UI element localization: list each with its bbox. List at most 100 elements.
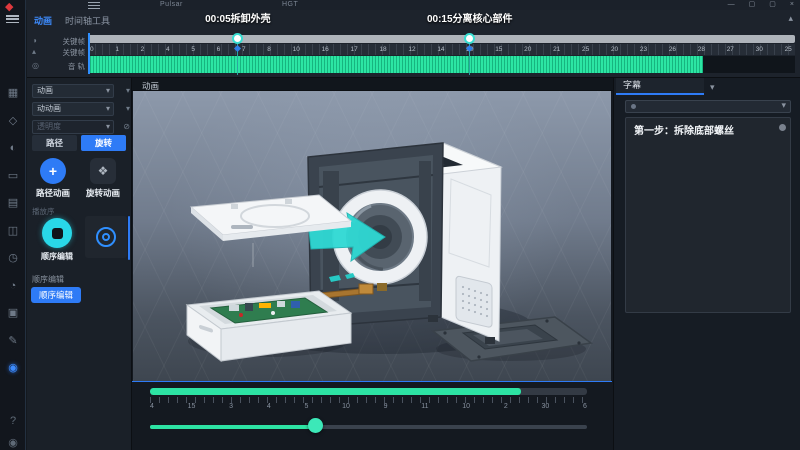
sequence-donut-icon bbox=[42, 218, 72, 248]
ruler-tick-label: 8 bbox=[267, 44, 271, 54]
viewport-tick-label: 11 bbox=[421, 403, 428, 410]
sequence-edit-button[interactable]: 顺序编辑 bbox=[31, 287, 81, 303]
polygon-tool-icon[interactable]: ◇ bbox=[0, 112, 26, 132]
ruler-tick-label: 10 bbox=[293, 44, 300, 54]
ruler-tick-label: 26 bbox=[669, 44, 676, 54]
menu-icon[interactable] bbox=[88, 2, 100, 9]
ruler-tick-label: 30 bbox=[756, 44, 763, 54]
disabled-icon[interactable]: ⊘ bbox=[123, 122, 130, 131]
maximize-button[interactable]: ▢ bbox=[769, 0, 776, 10]
expand-icon[interactable]: ▾ bbox=[126, 86, 130, 95]
mode-toggle: 路径旋转 bbox=[32, 135, 126, 151]
sequence-edit-tool-button[interactable]: 顺序编辑 bbox=[31, 218, 83, 262]
mode-toggle-active[interactable]: 旋转 bbox=[81, 135, 126, 151]
restore-button[interactable]: ▢ bbox=[749, 0, 756, 10]
panels-tool-icon[interactable]: ◫ bbox=[0, 222, 26, 242]
progress-fill bbox=[150, 388, 521, 395]
tab-animation[interactable]: 动画 bbox=[34, 14, 52, 27]
track-row-label: 关键帧 bbox=[27, 36, 85, 47]
textarea-scroll-thumb[interactable] bbox=[779, 124, 786, 131]
viewport-tick-label: 9 bbox=[384, 403, 388, 410]
timeline-scrubber[interactable] bbox=[88, 35, 795, 43]
image-tool-icon[interactable]: ▣ bbox=[0, 304, 26, 324]
sidebar-menu-icon[interactable] bbox=[6, 15, 19, 23]
path-animation-button[interactable]: + 路径动画 bbox=[31, 158, 75, 199]
window-controls: — ▢ ▢ × bbox=[728, 0, 794, 10]
animation-tool-panel: 动画▾▾动动画▾▾透明度▾⊘ 路径旋转 + 路径动画 ❖ 旋转动画 播放序 顺序… bbox=[27, 78, 132, 450]
chevron-down-icon: ▾ bbox=[106, 85, 110, 97]
animation-select[interactable]: 动动画▾ bbox=[32, 102, 114, 116]
target-tool-button[interactable] bbox=[85, 216, 127, 258]
titlebar: Pulsar HGT —▢▢× bbox=[0, 0, 800, 10]
rotate-animation-button[interactable]: ❖ 旋转动画 bbox=[81, 158, 125, 199]
target-icon bbox=[96, 227, 116, 247]
subtitle-dropdown[interactable]: ▾ bbox=[625, 100, 791, 113]
ruler-tick-label: 20 bbox=[524, 44, 531, 54]
slider-thumb[interactable] bbox=[308, 418, 323, 433]
playback-section-label: 播放序 bbox=[32, 206, 55, 217]
dropdown-dot-icon bbox=[631, 104, 636, 109]
viewport-tick-label: 2 bbox=[504, 403, 508, 410]
ruler-tick-label: 7 bbox=[242, 44, 246, 54]
expand-icon[interactable]: ▾ bbox=[126, 104, 130, 113]
viewport-tick-label: 4 bbox=[267, 403, 271, 410]
3d-viewport[interactable] bbox=[133, 91, 611, 381]
ruler-tick-label: 20 bbox=[611, 44, 618, 54]
app-logo-icon: ◆ bbox=[5, 0, 13, 13]
plus-icon: + bbox=[40, 158, 66, 184]
viewport-tick-label: 15 bbox=[188, 403, 196, 410]
ruler-tick-label: 1 bbox=[115, 44, 119, 54]
pin-tool-icon[interactable]: ◉ bbox=[0, 359, 26, 379]
playhead-handle[interactable] bbox=[464, 33, 475, 44]
exploded-machine-illustration bbox=[133, 91, 611, 381]
minimize-button[interactable]: — bbox=[728, 0, 735, 10]
ruler-tick-label: 28 bbox=[698, 44, 705, 54]
laptop-tool-icon[interactable]: ▤ bbox=[0, 194, 26, 214]
animation-select: 透明度▾ bbox=[32, 120, 114, 134]
viewport-tick-label: 10 bbox=[342, 403, 350, 410]
viewport-tick-label: 30 bbox=[541, 403, 549, 410]
subtitle-text-area[interactable]: 第一步：拆除底部螺丝 bbox=[625, 117, 791, 313]
pen-tool-icon[interactable]: ✎ bbox=[0, 332, 26, 352]
timeline-panel: 动画 时间轴工具 ▴ ◑关键帧▴关键帧◎音 轨 0124567810161718… bbox=[27, 10, 800, 78]
user-icon[interactable]: ◉ bbox=[0, 434, 26, 450]
rotate-icon: ❖ bbox=[90, 158, 116, 184]
track-row-label: 音 轨 bbox=[27, 61, 85, 72]
ruler-tick-label: 18 bbox=[379, 44, 386, 54]
sphere-tool-icon[interactable]: ◐ bbox=[0, 139, 26, 159]
ruler-tick-label: 17 bbox=[351, 44, 358, 54]
viewport-timeline-strip: 41534510911102306 bbox=[132, 381, 612, 450]
playback-slider[interactable] bbox=[150, 425, 587, 429]
tab-subtitle[interactable]: 字幕 bbox=[616, 78, 704, 95]
viewport-tick-label: 4 bbox=[150, 403, 154, 410]
mode-toggle-idle[interactable]: 路径 bbox=[32, 135, 77, 151]
animation-progress-bar[interactable] bbox=[150, 388, 587, 395]
viewport-tick-label: 3 bbox=[229, 403, 233, 410]
slider-fill bbox=[150, 425, 316, 429]
audio-waveform bbox=[88, 56, 703, 73]
viewport-header: 动画 bbox=[132, 78, 613, 91]
chevron-down-icon: ▾ bbox=[106, 103, 110, 115]
sidebar: ◆ ▦ ◇ ◐ ▭ ▤ ◫ ◷ ◔ ▣ ✎ ◉ ? ◉ bbox=[0, 0, 26, 450]
ruler-tick-label: 15 bbox=[495, 44, 502, 54]
ruler-tick-label: 14 bbox=[437, 44, 444, 54]
chevron-down-icon: ▾ bbox=[781, 100, 786, 111]
tool-panel-scrollbar[interactable] bbox=[128, 216, 130, 260]
grid-tool-icon[interactable]: ▦ bbox=[0, 84, 26, 104]
monitor-tool-icon[interactable]: ▭ bbox=[0, 167, 26, 187]
pie-tool-icon[interactable]: ◔ bbox=[0, 277, 26, 297]
titlebar-project-name: HGT bbox=[282, 1, 298, 8]
close-button[interactable]: × bbox=[790, 0, 794, 10]
animation-select[interactable]: 动画▾ bbox=[32, 84, 114, 98]
tab-timeline-tools[interactable]: 时间轴工具 bbox=[65, 14, 110, 27]
playhead-handle[interactable] bbox=[232, 33, 243, 44]
clock-tool-icon[interactable]: ◷ bbox=[0, 249, 26, 269]
subtitle-tab-chevron-icon[interactable]: ▾ bbox=[710, 82, 715, 93]
help-icon[interactable]: ? bbox=[0, 412, 26, 432]
viewport-tick-label: 5 bbox=[304, 403, 308, 410]
ruler-tick-label: 16 bbox=[322, 44, 329, 54]
collapse-timeline-icon[interactable]: ▴ bbox=[788, 13, 793, 24]
marker-time-label: 00:05拆卸外壳 bbox=[205, 10, 271, 25]
audio-track[interactable] bbox=[88, 56, 795, 73]
dropdown-row: 动画▾▾ bbox=[30, 84, 130, 99]
